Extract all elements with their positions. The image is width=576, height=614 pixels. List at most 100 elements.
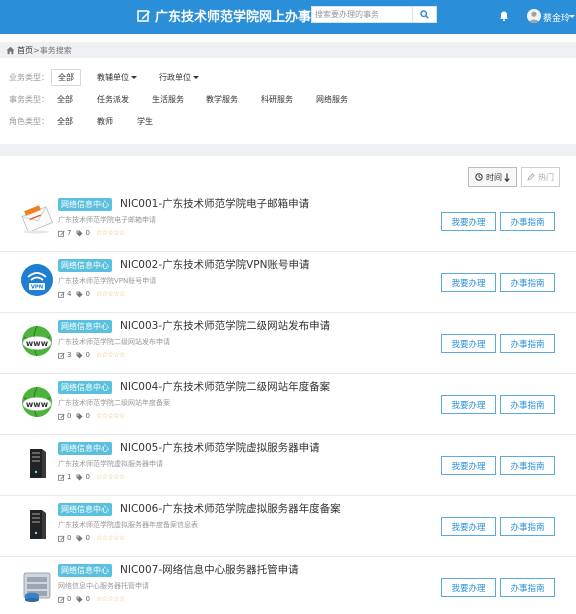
affair-meta: 1 0 ☆☆☆☆☆ [58, 473, 125, 481]
affair-meta: 0 0 ☆☆☆☆☆ [58, 412, 125, 420]
rating-stars[interactable]: ☆☆☆☆☆ [96, 412, 125, 420]
username[interactable]: 蔡金玲 [543, 11, 570, 24]
site-brand[interactable]: 广东技术师范学院网上办事大厅 [137, 6, 337, 25]
affair-title[interactable]: NIC007-网络信息中心服务器托管申请 [120, 562, 299, 577]
caret-down-icon [131, 76, 137, 79]
affair-title[interactable]: NIC002-广东技术师范学院VPN账号申请 [120, 257, 309, 272]
tag-count: 0 [85, 473, 90, 481]
list-item: 网络信息中心 NIC006-广东技术师范学院虚拟服务器年度备案 广东技术师范学院虚拟… [0, 497, 576, 557]
sort-time-label: 时间 [486, 172, 502, 182]
filter-option-life-service[interactable]: 生活服务 [152, 94, 184, 105]
apply-button[interactable]: 我要办理 [441, 334, 496, 353]
department-badge[interactable]: 网络信息中心 [58, 381, 112, 394]
svg-text:www: www [26, 339, 49, 348]
affair-title[interactable]: NIC005-广东技术师范学院虚拟服务器申请 [120, 440, 320, 455]
department-badge[interactable]: 网络信息中心 [58, 503, 112, 516]
filter-option-label: 行政单位 [159, 73, 191, 82]
affair-description: 广东技术师范学院虚拟服务器申请 [58, 460, 163, 468]
edit-count: 0 [67, 412, 72, 420]
list-item: VPN 网络信息中心 NIC002-广东技术师范学院VPN账号申请 广东技术师范学院V… [0, 253, 576, 313]
top-header: 广东技术师范学院网上办事大厅 蔡金玲 [0, 0, 576, 34]
filter-option-student[interactable]: 学生 [137, 116, 153, 127]
tag-count: 0 [85, 412, 90, 420]
apply-button[interactable]: 我要办理 [441, 517, 496, 536]
guide-button[interactable]: 办事指南 [500, 395, 555, 414]
affair-title[interactable]: NIC003-广东技术师范学院二级网站发布申请 [120, 318, 330, 333]
user-icon [529, 11, 539, 23]
edit-square-icon [137, 9, 150, 22]
sort-by-time-button[interactable]: 时间 [468, 167, 517, 187]
rating-stars[interactable]: ☆☆☆☆☆ [96, 351, 125, 359]
search-input[interactable] [312, 7, 412, 22]
edit-count: 0 [67, 534, 72, 542]
department-badge[interactable]: 网络信息中心 [58, 564, 112, 577]
chevron-down-icon[interactable] [569, 15, 575, 18]
filter-option-network-service[interactable]: 网络服务 [316, 94, 348, 105]
bell-icon[interactable] [498, 10, 510, 22]
guide-button[interactable]: 办事指南 [500, 578, 555, 597]
search-button[interactable] [412, 7, 436, 22]
affair-title[interactable]: NIC006-广东技术师范学院虚拟服务器年度备案 [120, 501, 341, 516]
user-avatar[interactable] [527, 9, 541, 23]
email-icon [20, 202, 54, 236]
guide-button[interactable]: 办事指南 [500, 334, 555, 353]
pencil-icon [527, 173, 535, 181]
rating-stars[interactable]: ☆☆☆☆☆ [96, 473, 125, 481]
department-badge[interactable]: 网络信息中心 [58, 320, 112, 333]
caret-down-icon [193, 76, 199, 79]
tag-count: 0 [85, 229, 90, 237]
affair-meta: 4 0 ☆☆☆☆☆ [58, 290, 125, 298]
filter-option-teaching-service[interactable]: 教学服务 [206, 94, 238, 105]
tag-icon [76, 535, 83, 541]
filter-option-all[interactable]: 全部 [57, 116, 73, 127]
list-item: 网络信息中心 NIC007-网络信息中心服务器托管申请 网络信息中心服务器托管申请 0… [0, 558, 576, 614]
breadcrumb-home[interactable]: 首页 [17, 45, 33, 56]
filter-option-task-dispatch[interactable]: 任务派发 [97, 94, 129, 105]
guide-button[interactable]: 办事指南 [500, 273, 555, 292]
filter-option-research-service[interactable]: 科研服务 [261, 94, 293, 105]
guide-button[interactable]: 办事指南 [500, 456, 555, 475]
www-globe-icon: www [20, 324, 54, 358]
tag-icon [76, 413, 83, 419]
affair-description: 广东技术师范学院二级网站年度备案 [58, 399, 170, 407]
filter-option-administrative-dropdown[interactable]: 行政单位 [159, 72, 199, 83]
svg-text:www: www [26, 400, 49, 409]
guide-button[interactable]: 办事指南 [500, 212, 555, 231]
rating-stars[interactable]: ☆☆☆☆☆ [96, 229, 125, 237]
rating-stars[interactable]: ☆☆☆☆☆ [96, 534, 125, 542]
home-icon [6, 46, 15, 54]
affair-title[interactable]: NIC001-广东技术师范学院电子邮箱申请 [120, 196, 309, 211]
tag-count: 0 [85, 534, 90, 542]
edit-icon [58, 230, 65, 237]
filter-option-all[interactable]: 全部 [57, 94, 73, 105]
rating-stars[interactable]: ☆☆☆☆☆ [96, 290, 125, 298]
tag-icon [76, 291, 83, 297]
apply-button[interactable]: 我要办理 [441, 273, 496, 292]
rating-stars[interactable]: ☆☆☆☆☆ [96, 595, 125, 603]
affair-meta: 0 0 ☆☆☆☆☆ [58, 534, 125, 542]
tag-icon [76, 352, 83, 358]
tag-icon [76, 596, 83, 602]
department-badge[interactable]: 网络信息中心 [58, 259, 112, 272]
filter-option-teacher[interactable]: 教师 [97, 116, 113, 127]
department-badge[interactable]: 网络信息中心 [58, 198, 112, 211]
tag-icon [76, 474, 83, 480]
apply-button[interactable]: 我要办理 [441, 578, 496, 597]
guide-button[interactable]: 办事指南 [500, 517, 555, 536]
edit-icon [58, 535, 65, 542]
breadcrumb-current: 事务搜索 [39, 45, 72, 55]
edit-icon [58, 413, 65, 420]
edit-icon [58, 474, 65, 481]
filter-option-all[interactable]: 全部 [51, 69, 81, 86]
filter-option-teaching-support-dropdown[interactable]: 教辅单位 [97, 72, 137, 83]
filter-row-business-type: 业务类型： 全部 教辅单位 行政单位 [0, 69, 576, 86]
affair-description: 广东技术师范学院二级网站发布申请 [58, 338, 170, 346]
breadcrumb: 首页 > 事务搜索 [0, 42, 576, 58]
list-item: 网络信息中心 NIC005-广东技术师范学院虚拟服务器申请广东技术师范学院虚拟服务… [0, 436, 576, 496]
apply-button[interactable]: 我要办理 [441, 456, 496, 475]
department-badge[interactable]: 网络信息中心 [58, 442, 112, 455]
apply-button[interactable]: 我要办理 [441, 395, 496, 414]
apply-button[interactable]: 我要办理 [441, 212, 496, 231]
sort-by-hot-button[interactable]: 热门 [521, 167, 560, 187]
affair-title[interactable]: NIC004-广东技术师范学院二级网站年度备案 [120, 379, 330, 394]
